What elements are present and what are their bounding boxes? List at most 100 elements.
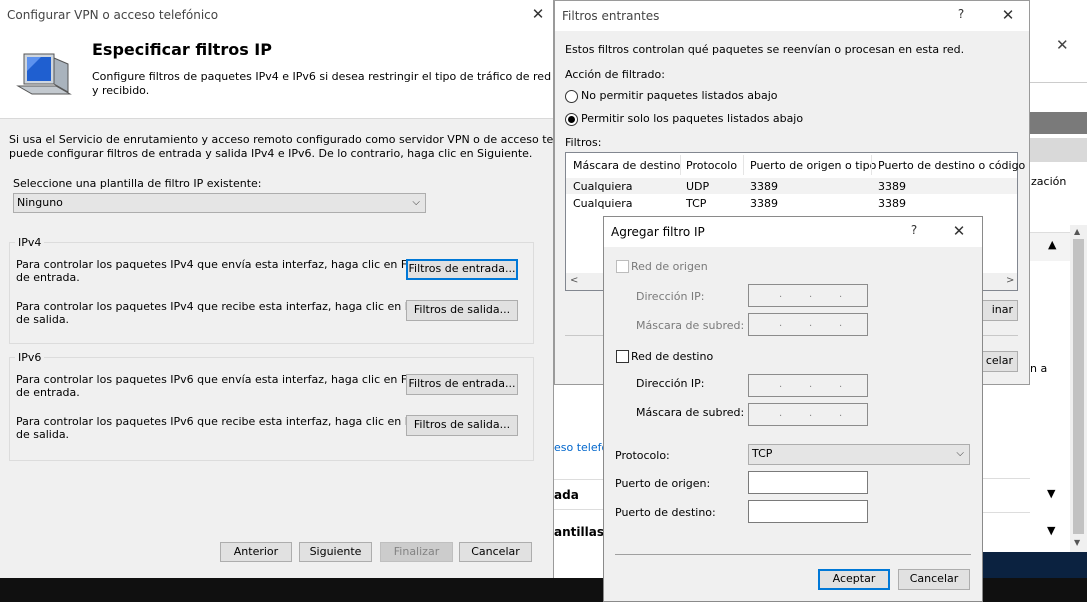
column-divider [680,155,681,175]
chevron-up-icon[interactable]: ▲ [1048,238,1056,251]
source-port-label: Puerto de origen: [615,477,711,490]
deny-listed-label: No permitir paquetes listados abajo [581,89,778,102]
background-section: antillas [554,525,604,539]
next-button[interactable]: Siguiente [299,542,372,562]
divider [615,554,971,555]
ipv4-group-label: IPv4 [15,236,45,249]
ipv4-out-text: de salida. [16,313,70,326]
ipv6-output-filters-button[interactable]: Filtros de salida... [406,415,518,436]
template-select-value: Ninguno [17,196,63,209]
dest-network-label: Red de destino [631,350,714,363]
ipv6-input-filters-button[interactable]: Filtros de entrada... [406,374,518,395]
column-divider [871,155,872,175]
back-button[interactable]: Anterior [220,542,292,562]
allow-listed-radio[interactable] [565,113,578,126]
background-panel [982,478,1030,479]
column-header[interactable]: Puerto de destino o código [878,159,1025,172]
incoming-description: Estos filtros controlan qué paquetes se … [565,43,965,56]
ipv6-out-text: Para controlar los paquetes IPv6 que rec… [16,415,438,428]
source-network-checkbox[interactable] [616,260,629,273]
cell-protocol: UDP [686,180,710,193]
allow-listed-label: Permitir solo los paquetes listados abaj… [581,112,804,125]
background-panel: eso telefó ada antillas [554,385,608,580]
background-link[interactable]: eso telefó [554,441,608,454]
help-icon[interactable]: ? [953,7,969,21]
window-title: Configurar VPN o acceso telefónico [7,8,219,22]
close-icon[interactable]: ✕ [528,4,548,24]
scroll-left-icon[interactable]: < [570,275,578,286]
divider [1030,82,1087,83]
chevron-down-icon[interactable]: ▼ [1047,524,1055,537]
dest-ip-input[interactable]: ... [748,374,868,397]
ipv4-input-filters-button[interactable]: Filtros de entrada... [406,259,518,280]
close-icon[interactable]: ✕ [998,5,1018,25]
column-divider [743,155,744,175]
background-section: ada [554,488,579,502]
source-network-label: Red de origen [631,260,708,273]
close-icon[interactable]: ✕ [949,221,969,241]
scroll-up-icon[interactable]: ▲ [1074,227,1080,236]
window-title: Agregar filtro IP [611,225,705,239]
divider [554,509,604,510]
ipv4-out-text: Para controlar los paquetes IPv4 que rec… [16,300,438,313]
table-row[interactable]: Cualquiera UDP 3389 3389 [566,178,1017,194]
protocol-select[interactable]: TCP ⌵ [748,444,970,465]
ipv4-output-filters-button[interactable]: Filtros de salida... [406,300,518,321]
dest-port-input[interactable] [748,500,868,523]
wizard-titlebar: Configurar VPN o acceso telefónico ✕ [0,0,553,30]
column-header[interactable]: Puerto de origen o tipo [750,159,876,172]
background-panel [982,385,1030,552]
dest-port-label: Puerto de destino: [615,506,716,519]
dest-mask-label: Máscara de subred: [636,406,745,419]
background-window: ✕ zación ▲ n a ▼ ▼ ▲ ▼ [1030,0,1087,552]
chevron-down-icon: ⌵ [956,448,964,459]
ok-button[interactable]: Aceptar [818,569,890,590]
cell-mask: Cualquiera [573,197,633,210]
cell-mask: Cualquiera [573,180,633,193]
add-filter-cancel-button[interactable]: Cancelar [898,569,970,590]
ipv4-in-text: Para controlar los paquetes IPv4 que env… [16,258,434,271]
filter-action-label: Acción de filtrado: [565,68,665,81]
protocol-label: Protocolo: [615,449,670,462]
divider [554,479,604,480]
cell-dest-port: 3389 [878,197,906,210]
help-icon[interactable]: ? [906,223,922,237]
cancel-button[interactable]: Cancelar [459,542,532,562]
scroll-down-icon[interactable]: ▼ [1074,538,1080,547]
add-filter-titlebar: Agregar filtro IP ? ✕ [604,217,982,247]
scrollbar[interactable]: ▲ ▼ [1070,225,1087,552]
cell-source-port: 3389 [750,180,778,193]
template-select[interactable]: Ninguno ⌵ [13,193,426,213]
finish-button[interactable]: Finalizar [380,542,453,562]
cell-protocol: TCP [686,197,707,210]
incoming-titlebar: Filtros entrantes ? ✕ [555,1,1029,31]
scroll-thumb[interactable] [1073,239,1084,534]
column-header[interactable]: Protocolo [686,159,737,172]
ipv6-out-text: de salida. [16,428,70,441]
source-port-input[interactable] [748,471,868,494]
column-header[interactable]: Máscara de destino [573,159,680,172]
source-ip-input[interactable]: ... [748,284,868,307]
source-mask-label: Máscara de subred: [636,319,745,332]
header-bar [1030,112,1087,134]
background-text: n a [1030,362,1048,375]
background-panel [982,512,1030,513]
cell-source-port: 3389 [750,197,778,210]
scroll-right-icon[interactable]: > [1006,275,1014,286]
source-mask-input[interactable]: ... [748,313,868,336]
ipv6-in-text: Para controlar los paquetes IPv6 que env… [16,373,434,386]
table-row[interactable]: Cualquiera TCP 3389 3389 [566,195,1017,211]
add-ip-filter-dialog: Agregar filtro IP ? ✕ Red de origen Dire… [603,216,983,602]
deny-listed-radio[interactable] [565,90,578,103]
close-icon[interactable]: ✕ [1056,36,1069,54]
wizard-intro: Si usa el Servicio de enrutamiento y acc… [9,133,601,146]
source-ip-label: Dirección IP: [636,290,705,303]
template-label: Seleccione una plantilla de filtro IP ex… [13,177,262,190]
wizard-header-desc: y recibido. [92,84,150,97]
filters-label: Filtros: [565,136,602,149]
dest-mask-input[interactable]: ... [748,403,868,426]
ipv4-in-text: de entrada. [16,271,80,284]
dest-network-checkbox[interactable] [616,350,629,363]
wizard-heading: Especificar filtros IP [92,40,272,59]
chevron-down-icon[interactable]: ▼ [1047,487,1055,500]
